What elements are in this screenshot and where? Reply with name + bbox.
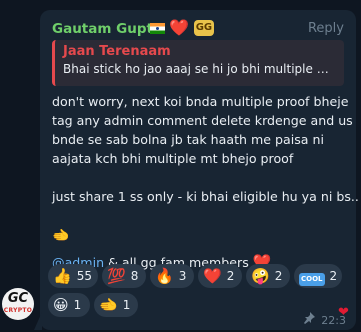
reaction-zany-face[interactable]: 🤪 2 (246, 264, 290, 288)
india-flag-icon (150, 22, 165, 34)
hand-icon: 🫲 (99, 296, 118, 314)
heart-badge-icon: ❤️ (169, 18, 189, 37)
fire-icon: 🔥 (155, 267, 174, 285)
heart-icon: ❤️ (203, 267, 222, 285)
pushpin-icon (303, 312, 316, 328)
reaction-cool[interactable]: COOL 2 (294, 264, 342, 288)
reaction-count: 8 (130, 269, 139, 283)
zany-face-icon: 🤪 (251, 267, 270, 285)
reaction-count: 2 (226, 269, 235, 283)
reaction-grinning[interactable]: 😀 1 (48, 293, 90, 317)
reply-button[interactable]: Reply (308, 21, 344, 36)
reaction-count: 2 (329, 269, 338, 283)
sender-name[interactable]: Gautam Gupta (52, 21, 162, 37)
reaction-count: 1 (73, 298, 82, 312)
message-line: aajata kch bhi multiple mt bhejo proof (52, 151, 294, 166)
message-header: Gautam Gupta ❤️ GG Reply (52, 18, 344, 40)
reply-quote[interactable]: Jaan Terenaam Bhai stick ho jao aaaj se … (52, 40, 344, 86)
avatar-subtitle: CRYPTO (3, 307, 33, 314)
reaction-hand[interactable]: 🫲 1 (94, 293, 138, 317)
reaction-count: 1 (122, 298, 131, 312)
avatar[interactable]: GC CRYPTO (2, 288, 34, 320)
sender-badges: ❤️ GG (150, 19, 214, 37)
message-bubble: Gautam Gupta ❤️ GG Reply Jaan Terenaam B… (40, 10, 359, 330)
message-line: just share 1 ss only - ki bhai eligible … (52, 189, 359, 204)
reaction-fire[interactable]: 🔥 3 (150, 264, 194, 288)
avatar-initials: GC (7, 291, 29, 306)
reaction-count: 2 (274, 269, 283, 283)
reaction-count: 55 (76, 269, 92, 283)
quote-author: Jaan Terenaam (63, 44, 171, 59)
hundred-icon: 💯 (107, 267, 126, 285)
cool-icon: COOL (299, 273, 325, 286)
reaction-hundred[interactable]: 💯 8 (102, 264, 146, 288)
message-line: don't worry, next koi bnda multiple proo… (52, 94, 349, 109)
gg-badge-icon: GG (193, 20, 214, 36)
message-line: tag any admin comment delete krdenge and… (52, 113, 353, 128)
quote-text: Bhai stick ho jao aaaj se hi jo bhi mult… (63, 62, 336, 76)
bubble-tail (34, 312, 42, 330)
reaction-heart[interactable]: ❤️ 2 (198, 264, 242, 288)
message-body: don't worry, next koi bnda multiple proo… (52, 92, 359, 272)
heart-icon: ❤ (338, 305, 349, 320)
thumbs-up-icon: 👍 (53, 267, 72, 285)
reaction-count: 3 (178, 269, 187, 283)
grinning-face-icon: 😀 (53, 296, 69, 314)
hand-emoji-icon: 🫲 (52, 228, 70, 244)
message-line: bnde se sab bolna jb tak haath me paisa … (52, 132, 324, 147)
reaction-thumbs-up[interactable]: 👍 55 (48, 264, 98, 288)
